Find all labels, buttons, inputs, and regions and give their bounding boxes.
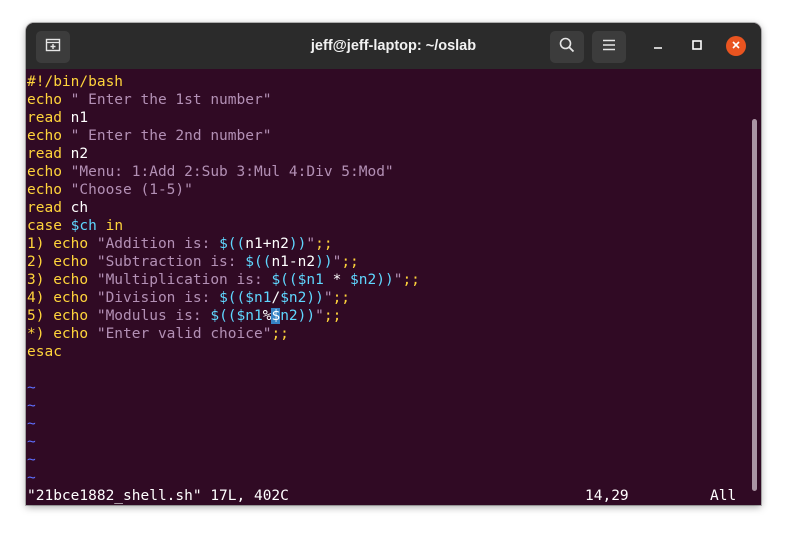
- text-cursor: $: [271, 308, 281, 324]
- maximize-icon: [692, 37, 702, 55]
- code-line: read n1: [27, 110, 89, 126]
- code-line: 1) echo "Addition is: $((n1+n2))";;: [27, 236, 333, 252]
- close-button[interactable]: [726, 36, 746, 56]
- hamburger-menu-icon: [602, 38, 616, 56]
- code-line: 3) echo "Multiplication is: $(($n1 * $n2…: [27, 272, 420, 288]
- code-line: #!/bin/bash: [27, 74, 124, 90]
- code-line: echo "Choose (1-5)": [27, 182, 193, 198]
- code-line: 4) echo "Division is: $(($n1/$n2))";;: [27, 290, 351, 306]
- title-bar[interactable]: jeff@jeff-laptop: ~/oslab: [26, 23, 761, 69]
- code-line: echo "Menu: 1:Add 2:Sub 3:Mul 4:Div 5:Mo…: [27, 164, 394, 180]
- empty-line-tilde: ~: [27, 470, 36, 486]
- terminal-window: jeff@jeff-laptop: ~/oslab #!/bin/bash ec…: [26, 23, 761, 505]
- empty-line-tilde: ~: [27, 416, 36, 432]
- code-line: case $ch in: [27, 218, 124, 234]
- code-line: read n2: [27, 146, 89, 162]
- code-line: 2) echo "Subtraction is: $((n1-n2))";;: [27, 254, 359, 270]
- minimize-icon: [653, 37, 663, 55]
- scrollbar[interactable]: [752, 119, 757, 491]
- empty-line-tilde: ~: [27, 380, 36, 396]
- status-scroll-position: All: [710, 488, 737, 504]
- code-line: echo " Enter the 1st number": [27, 92, 272, 108]
- status-cursor-position: 14,29: [585, 488, 629, 504]
- empty-line-tilde: ~: [27, 398, 36, 414]
- terminal-content[interactable]: #!/bin/bash echo " Enter the 1st number"…: [26, 69, 761, 505]
- code-line: esac: [27, 344, 62, 360]
- close-icon: [731, 37, 741, 55]
- code-line: read ch: [27, 200, 89, 216]
- empty-line-tilde: ~: [27, 434, 36, 450]
- minimize-button[interactable]: [648, 36, 668, 56]
- menu-button[interactable]: [592, 31, 626, 63]
- search-icon: [559, 37, 575, 58]
- search-button[interactable]: [550, 31, 584, 63]
- status-file-info: "21bce1882_shell.sh" 17L, 402C: [27, 488, 289, 504]
- code-line: echo " Enter the 2nd number": [27, 128, 272, 144]
- code-line: *) echo "Enter valid choice";;: [27, 326, 289, 342]
- empty-line-tilde: ~: [27, 452, 36, 468]
- code-line: 5) echo "Modulus is: $(($n1%$n2))";;: [27, 308, 342, 324]
- maximize-button[interactable]: [687, 36, 707, 56]
